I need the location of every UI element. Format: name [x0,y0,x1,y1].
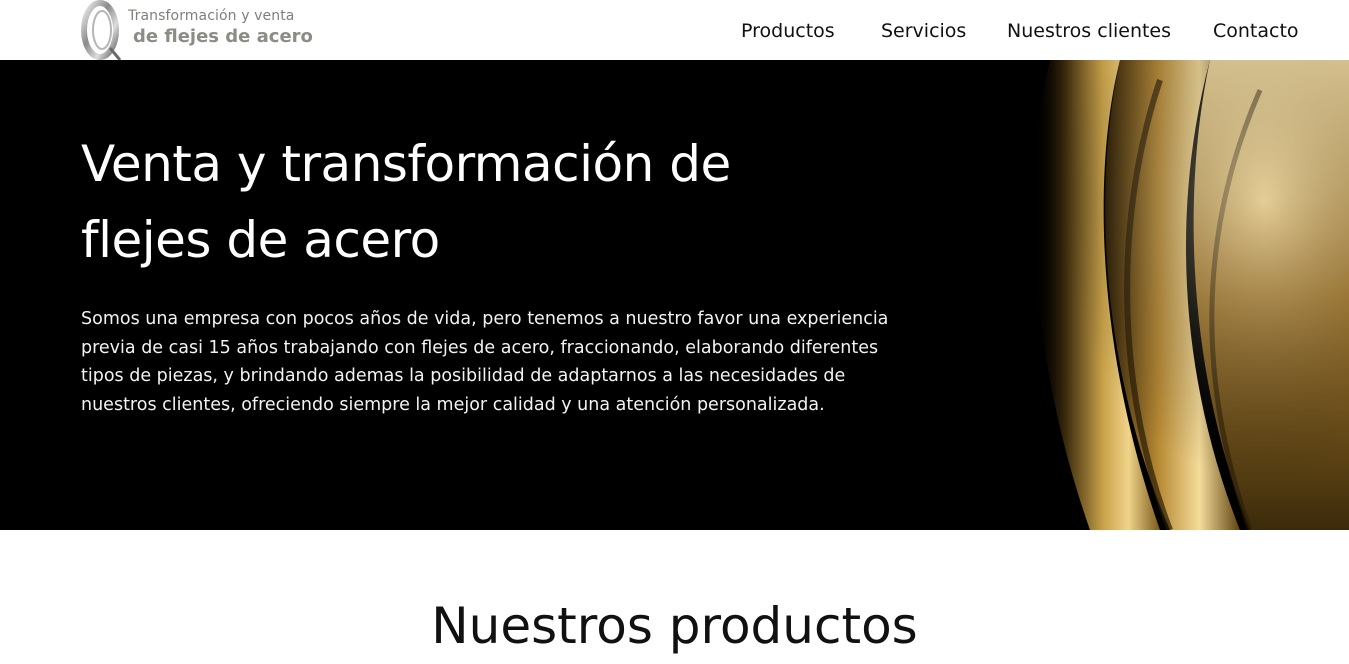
nav-item-servicios[interactable]: Servicios [881,20,966,42]
logo-tagline-bottom: de flejes de acero [133,26,313,47]
steel-coil-logo-icon [81,0,122,60]
site-header: Transformación y venta de flejes de acer… [0,0,1349,60]
hero-description: Somos una empresa con pocos años de vida… [81,309,889,415]
hero-section: Venta y transformación de flejes de acer… [0,60,1349,530]
products-section-title: Nuestros productos [431,597,918,655]
site-logo[interactable]: Transformación y venta de flejes de acer… [80,0,320,60]
hero-title: Venta y transformación de flejes de acer… [81,135,731,269]
golden-steel-coils-image [1010,60,1349,530]
nav-item-productos[interactable]: Productos [741,20,835,42]
nav-item-contacto[interactable]: Contacto [1213,20,1299,42]
nav-item-nuestros-clientes[interactable]: Nuestros clientes [1007,20,1171,42]
logo-tagline-top: Transformación y venta [128,8,295,24]
